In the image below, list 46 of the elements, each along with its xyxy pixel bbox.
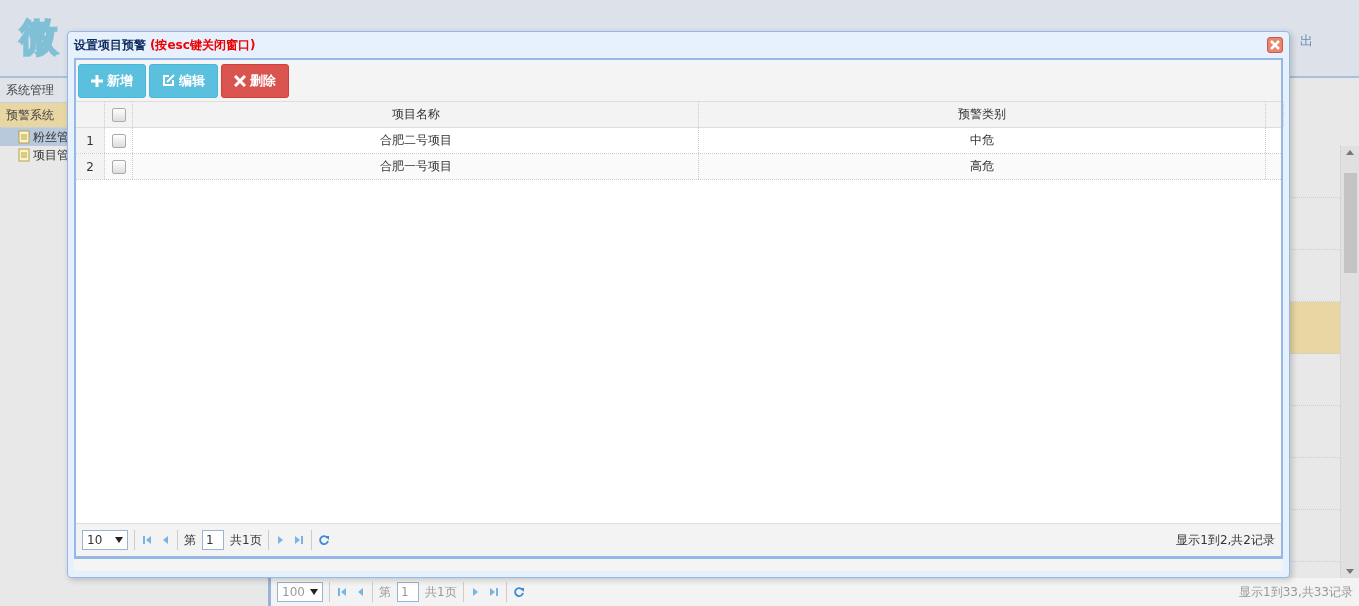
page-number-field[interactable]: 1 (202, 530, 224, 550)
close-button[interactable] (1267, 37, 1283, 53)
row-checkbox[interactable] (111, 159, 126, 174)
page-total: 共1页 (230, 531, 262, 549)
scrollbar[interactable] (1340, 146, 1359, 578)
logout-link[interactable]: 出 (1300, 32, 1313, 50)
close-icon (234, 74, 246, 87)
row-number: 1 (76, 128, 105, 153)
caret-icon (115, 537, 123, 543)
delete-button[interactable]: 删除 (221, 63, 289, 98)
page-total: 共1页 (425, 583, 457, 601)
plus-icon (91, 74, 103, 87)
dialog-title: 设置项目预警 (74, 36, 146, 54)
record-summary: 显示1到33,共33记录 (1239, 583, 1353, 601)
table-cell: 合肥一号项目 (133, 154, 699, 179)
add-button[interactable]: 新增 (78, 63, 146, 98)
select-all-checkbox[interactable] (111, 107, 126, 122)
row-checkbox[interactable] (111, 133, 126, 148)
record-summary: 显示1到2,共2记录 (1176, 531, 1275, 549)
table-cell: 高危 (699, 154, 1266, 179)
page-size-select[interactable]: 10 (82, 530, 128, 550)
first-page-icon[interactable] (336, 586, 348, 598)
table-cell: 中危 (699, 128, 1266, 153)
document-icon (18, 148, 30, 162)
row-number: 2 (76, 154, 105, 179)
last-page-icon[interactable] (292, 534, 305, 546)
refresh-icon[interactable] (317, 534, 330, 546)
edit-icon (162, 74, 175, 87)
scrollbar-thumb[interactable] (1343, 173, 1357, 273)
last-page-icon[interactable] (487, 586, 500, 598)
scroll-down-icon[interactable] (1346, 569, 1354, 574)
column-header[interactable]: 项目名称 (133, 102, 699, 127)
dialog-hint: (按esc键关闭窗口) (150, 36, 256, 54)
page-label: 第 (184, 531, 196, 549)
table-cell: 合肥二号项目 (133, 128, 699, 153)
column-header[interactable]: 预警类别 (699, 102, 1266, 127)
page-size-select[interactable]: 100 (277, 582, 323, 602)
page-number-field[interactable]: 1 (397, 582, 419, 602)
edit-button[interactable]: 编辑 (149, 63, 218, 98)
page-label: 第 (379, 583, 391, 601)
scroll-up-icon[interactable] (1346, 150, 1354, 155)
document-icon (18, 130, 30, 144)
app-logo: 微 (20, 14, 58, 61)
caret-icon (310, 589, 318, 595)
first-page-icon[interactable] (141, 534, 153, 546)
refresh-icon[interactable] (512, 586, 525, 598)
